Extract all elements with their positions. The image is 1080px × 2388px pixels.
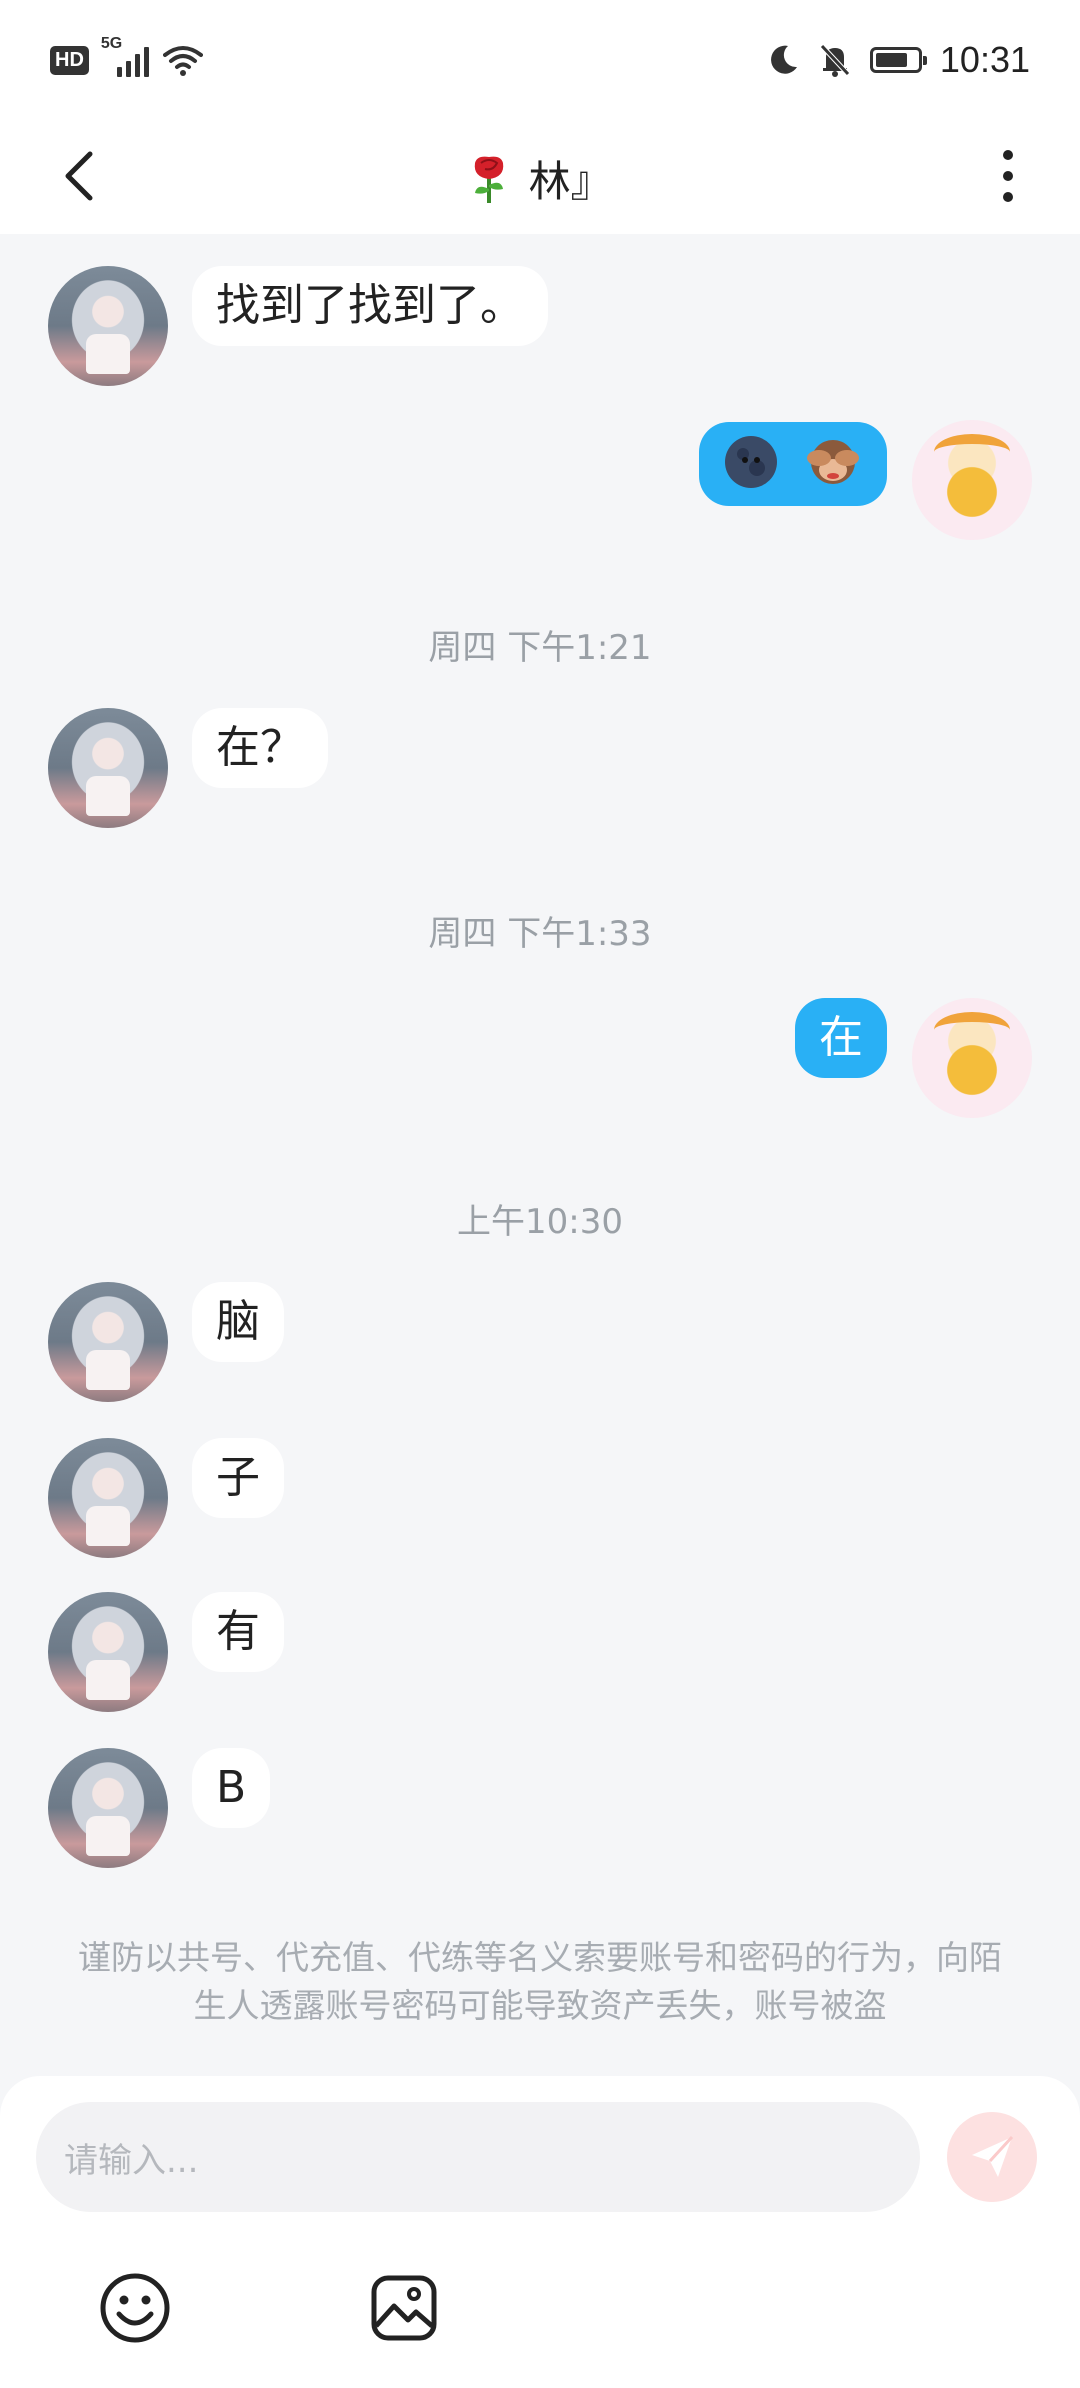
status-time: 10:31: [939, 39, 1030, 80]
incoming-message[interactable]: 找到了找到了。: [192, 266, 548, 346]
new-moon-face-icon: [725, 436, 777, 488]
composer-panel: 请输入...: [0, 2076, 1080, 2388]
send-icon: [972, 2135, 1014, 2177]
message-timestamp: 周四 下午1:33: [428, 914, 652, 954]
outgoing-message[interactable]: 在: [795, 998, 887, 1078]
message-timestamp: 周四 下午1:21: [428, 628, 652, 668]
contact-avatar[interactable]: [48, 266, 168, 386]
incoming-message[interactable]: 有: [192, 1592, 284, 1672]
more-options-button[interactable]: [988, 138, 1028, 214]
smiley-icon: [100, 2273, 170, 2343]
incoming-message[interactable]: 在？: [192, 708, 328, 788]
network-type: 5G: [100, 35, 123, 52]
status-bar: HD 5G 10:31: [0, 0, 1080, 118]
incoming-message[interactable]: B: [192, 1748, 271, 1828]
chat-title: 林』: [0, 148, 1080, 209]
emoji-button[interactable]: [95, 2268, 175, 2348]
bell-muted-icon: [820, 44, 850, 77]
contact-avatar[interactable]: [48, 708, 168, 828]
contact-avatar[interactable]: [48, 1438, 168, 1558]
wifi-icon: [162, 46, 203, 76]
signal-icon: 5G: [101, 35, 149, 77]
incoming-message[interactable]: 脑: [192, 1282, 284, 1362]
message-timestamp: 上午10:30: [457, 1202, 623, 1242]
message-input[interactable]: 请输入...: [36, 2102, 920, 2212]
my-avatar[interactable]: [912, 420, 1032, 540]
image-button[interactable]: [364, 2268, 444, 2348]
see-no-evil-monkey-icon: [807, 440, 859, 484]
contact-avatar[interactable]: [48, 1748, 168, 1868]
hd-badge: HD: [50, 45, 89, 75]
chat-header: 林』: [0, 118, 1080, 234]
more-vertical-icon: [1003, 150, 1013, 160]
message-list[interactable]: 找到了找到了。 周四 下午1:21 在？ 周四 下午1:33 在 上午10:30…: [0, 234, 1080, 2074]
chat-title-text: 林』: [528, 157, 613, 206]
outgoing-message[interactable]: [699, 422, 887, 506]
battery-icon: [869, 47, 927, 73]
send-button[interactable]: [947, 2112, 1037, 2202]
image-icon: [371, 2275, 437, 2341]
contact-avatar[interactable]: [48, 1592, 168, 1712]
security-warning: 谨防以共号、代充值、代练等名义索要账号和密码的行为，向陌生人透露账号密码可能导致…: [78, 1938, 1002, 2025]
my-avatar[interactable]: [912, 998, 1032, 1118]
rose-icon: [475, 156, 504, 203]
moon-icon: [770, 45, 797, 74]
contact-avatar[interactable]: [48, 1282, 168, 1402]
incoming-message[interactable]: 子: [192, 1438, 284, 1518]
